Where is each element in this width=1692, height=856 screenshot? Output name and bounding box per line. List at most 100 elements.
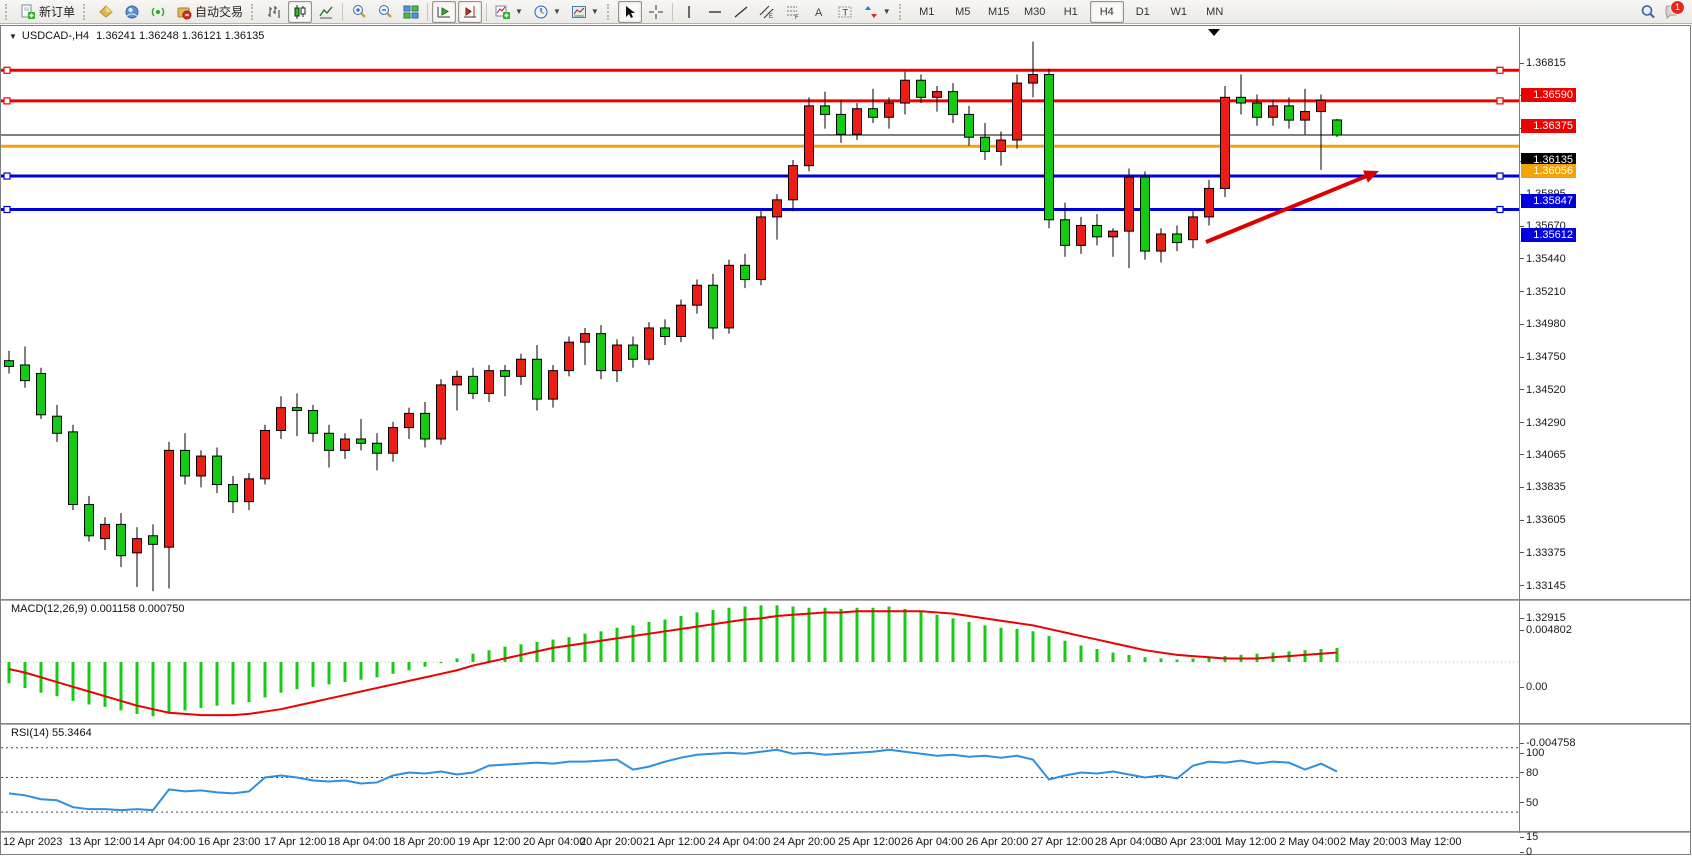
new-order-icon <box>20 4 36 20</box>
autotrading-icon <box>176 4 192 20</box>
bar-chart-icon <box>266 4 282 20</box>
time-axis-label: 17 Apr 12:00 <box>264 836 326 848</box>
time-axis-label: 13 Apr 12:00 <box>69 836 131 848</box>
timeframe-button-h1[interactable]: H1 <box>1054 1 1088 23</box>
price-tag: 1.36056 <box>1521 164 1576 178</box>
time-axis-label: 25 Apr 12:00 <box>838 836 900 848</box>
toolbar-grip[interactable] <box>83 4 90 20</box>
timeframe-button-mn[interactable]: MN <box>1198 1 1232 23</box>
price-tick: 1.33145 <box>1520 579 1566 592</box>
time-axis-label: 24 Apr 04:00 <box>708 836 770 848</box>
search-icon[interactable] <box>1640 4 1656 20</box>
timeframe-button-m30[interactable]: M30 <box>1018 1 1052 23</box>
notification-badge: 1 <box>1670 0 1685 15</box>
text-button[interactable]: A <box>807 1 831 23</box>
main-toolbar: 新订单 自动交易 <box>0 0 1692 24</box>
autotrading-button[interactable]: 自动交易 <box>172 1 247 23</box>
cursor-button[interactable] <box>618 1 642 23</box>
zoom-out-button[interactable] <box>373 1 397 23</box>
trendline-icon <box>733 4 749 20</box>
svg-text:A: A <box>815 7 823 19</box>
market-button[interactable] <box>120 1 144 23</box>
price-tick: 1.36815 <box>1520 57 1566 70</box>
fibonacci-icon: F <box>785 4 801 20</box>
price-tick: 1.33375 <box>1520 546 1566 559</box>
time-axis-label: 26 Apr 04:00 <box>901 836 963 848</box>
time-axis-label: 30 Apr 23:00 <box>1155 836 1217 848</box>
timeframe-button-m5[interactable]: M5 <box>946 1 980 23</box>
zoom-in-button[interactable] <box>347 1 371 23</box>
horizontal-line-button[interactable] <box>703 1 727 23</box>
toolbar-grip[interactable] <box>5 4 12 20</box>
auto-scroll-icon <box>436 4 452 20</box>
line-chart-button[interactable] <box>314 1 338 23</box>
fibonacci-button[interactable]: F <box>781 1 805 23</box>
indicators-button[interactable]: ▼ <box>491 1 527 23</box>
main-chart-canvas[interactable] <box>1 27 1519 599</box>
chart-shift-button[interactable] <box>458 1 482 23</box>
time-axis-label: 14 Apr 04:00 <box>133 836 195 848</box>
rsi-chart-canvas[interactable] <box>1 725 1519 831</box>
price-tag: 1.35612 <box>1521 228 1576 242</box>
arrows-button[interactable]: ▼ <box>859 1 895 23</box>
text-icon: A <box>811 4 827 20</box>
time-axis-label: 2 May 20:00 <box>1340 836 1401 848</box>
chart-window: ▼ USDCAD-,H4 1.36241 1.36248 1.36121 1.3… <box>0 25 1691 855</box>
text-label-button[interactable]: T <box>833 1 857 23</box>
chat-icon[interactable]: 1 <box>1664 4 1680 20</box>
vertical-line-button[interactable] <box>677 1 701 23</box>
channel-button[interactable]: E <box>755 1 779 23</box>
price-tick: 1.35210 <box>1520 285 1566 298</box>
templates-icon <box>571 4 587 20</box>
new-order-button[interactable]: 新订单 <box>16 1 79 23</box>
signals-button[interactable] <box>146 1 170 23</box>
timeframe-toolbar: M1M5M15M30H1H4D1W1MN <box>909 1 1233 23</box>
tile-windows-button[interactable] <box>399 1 423 23</box>
trendline-button[interactable] <box>729 1 753 23</box>
zoom-out-icon <box>377 4 393 20</box>
metaeditor-button[interactable] <box>94 1 118 23</box>
rsi-tick: 100 <box>1520 747 1544 760</box>
horizontal-line-icon <box>707 4 723 20</box>
time-axis-label: 2 May 04:00 <box>1279 836 1340 848</box>
svg-text:E: E <box>769 14 773 20</box>
price-tick: 1.35440 <box>1520 252 1566 265</box>
time-axis-label: 1 May 12:00 <box>1216 836 1277 848</box>
vertical-line-icon <box>681 4 697 20</box>
time-axis-label: 27 Apr 12:00 <box>1031 836 1093 848</box>
time-axis-label: 20 Apr 04:00 <box>523 836 585 848</box>
timeframe-button-d1[interactable]: D1 <box>1126 1 1160 23</box>
price-axis-line <box>1519 27 1520 833</box>
toolbar-grip[interactable] <box>899 4 906 20</box>
crosshair-icon <box>648 4 664 20</box>
chevron-down-icon: ▼ <box>515 7 523 16</box>
timeframe-button-w1[interactable]: W1 <box>1162 1 1196 23</box>
tile-windows-icon <box>403 4 419 20</box>
candlestick-button[interactable] <box>288 1 312 23</box>
timeframe-button-m1[interactable]: M1 <box>910 1 944 23</box>
toolbar-grip[interactable] <box>251 4 258 20</box>
crosshair-button[interactable] <box>644 1 668 23</box>
time-axis-label: 20 Apr 20:00 <box>580 836 642 848</box>
price-tick: 1.34520 <box>1520 383 1566 396</box>
time-axis-label: 24 Apr 20:00 <box>773 836 835 848</box>
time-axis-label: 28 Apr 04:00 <box>1095 836 1157 848</box>
auto-scroll-button[interactable] <box>432 1 456 23</box>
chevron-down-icon: ▼ <box>591 7 599 16</box>
bar-chart-button[interactable] <box>262 1 286 23</box>
timeframe-button-h4[interactable]: H4 <box>1090 1 1124 23</box>
rsi-tick: 15 <box>1520 831 1538 844</box>
toolbar-grip[interactable] <box>607 4 614 20</box>
timeframe-button-m15[interactable]: M15 <box>982 1 1016 23</box>
periods-button[interactable]: ▼ <box>529 1 565 23</box>
candlestick-icon <box>292 4 308 20</box>
time-axis-label: 3 May 12:00 <box>1401 836 1462 848</box>
price-tag: 1.36590 <box>1521 88 1576 102</box>
svg-text:F: F <box>795 15 799 20</box>
macd-tick: 0.00 <box>1520 681 1547 694</box>
time-axis-label: 21 Apr 12:00 <box>643 836 705 848</box>
price-tick: 1.34065 <box>1520 448 1566 461</box>
templates-button[interactable]: ▼ <box>567 1 603 23</box>
pane-separator[interactable] <box>1 831 1690 833</box>
macd-chart-canvas[interactable] <box>1 601 1519 723</box>
